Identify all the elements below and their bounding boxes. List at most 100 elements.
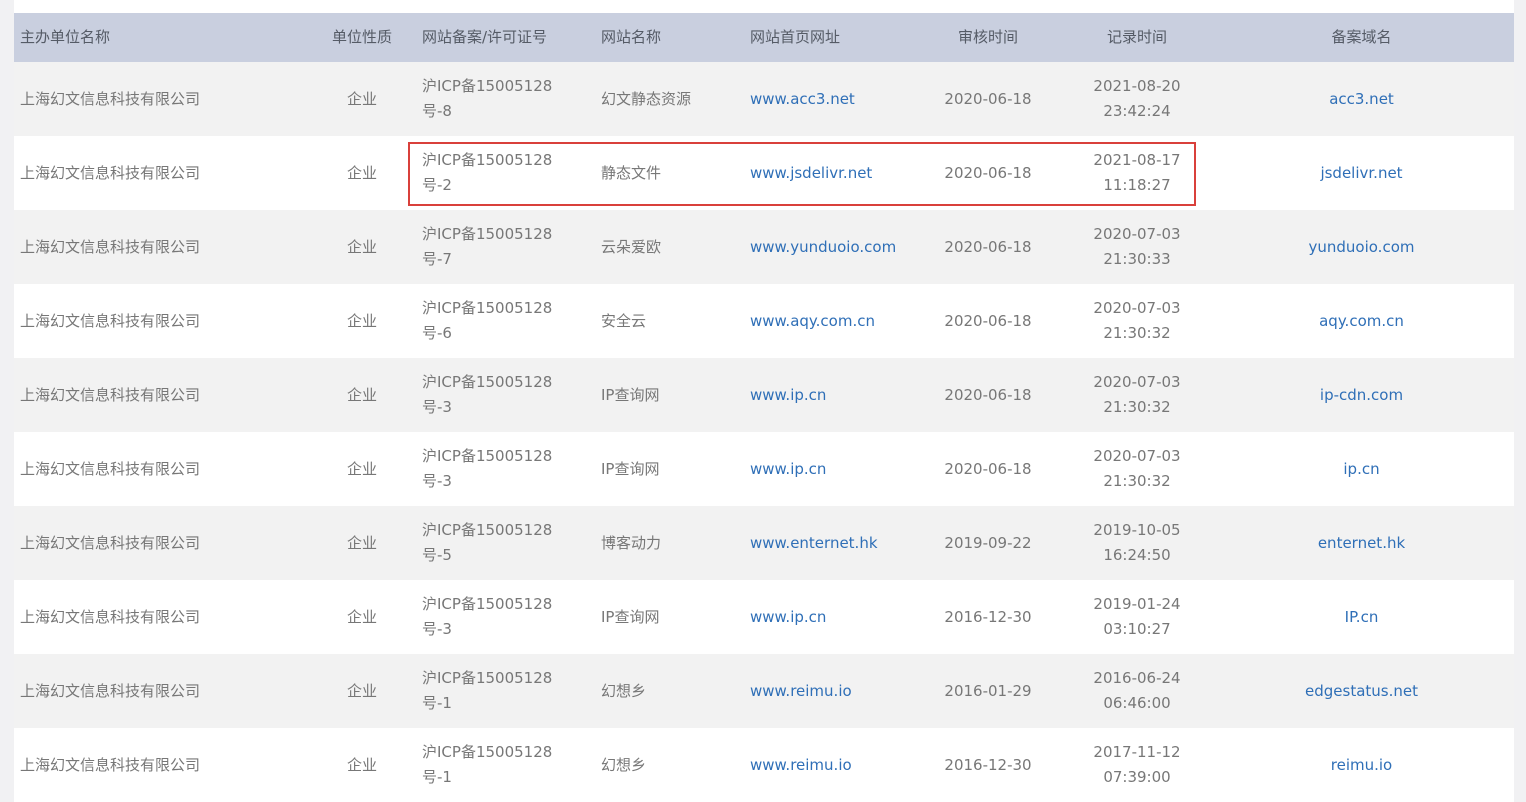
cell-review-date: 2020-06-18 (944, 459, 1032, 478)
cell-record-time: 2020-07-03 21:30:33 (1065, 222, 1209, 272)
cell-org-type: 企业 (346, 681, 377, 700)
cell-record-time: 2020-07-03 21:30:32 (1065, 444, 1209, 494)
record-date: 2021-08-20 (1093, 77, 1181, 95)
domain-link[interactable]: ip.cn (1343, 460, 1379, 478)
domain-link[interactable]: acc3.net (1329, 90, 1394, 108)
icp-line-2: 号-6 (422, 324, 452, 342)
record-clock: 21:30:33 (1103, 250, 1171, 268)
header-review-date: 审核时间 (957, 28, 1018, 46)
icp-line-2: 号-1 (422, 694, 452, 712)
homepage-link[interactable]: www.ip.cn (750, 460, 826, 478)
domain-link[interactable]: aqy.com.cn (1319, 312, 1404, 330)
cell-site-name: 博客动力 (601, 533, 662, 552)
cell-org-name: 上海幻文信息科技有限公司 (20, 459, 201, 478)
cell-org-type: 企业 (346, 237, 377, 256)
cell-site-name: 安全云 (601, 311, 647, 330)
cell-domain: edgestatus.net (1209, 679, 1514, 704)
header-org-name: 主办单位名称 (20, 28, 111, 46)
table-body: 上海幻文信息科技有限公司 企业 沪ICP备15005128 号-8 幻文静态资源 www.… (14, 62, 1514, 802)
homepage-link[interactable]: www.reimu.io (750, 756, 852, 774)
cell-homepage: www.yunduoio.com (739, 235, 911, 260)
table-row: 上海幻文信息科技有限公司 企业 沪ICP备15005128 号-6 安全云 www.aqy… (14, 284, 1514, 358)
table-top-strip (14, 0, 1514, 13)
icp-line-2: 号-5 (422, 546, 452, 564)
icp-line-1: 沪ICP备15005128 (422, 225, 553, 243)
header-homepage: 网站首页网址 (750, 28, 841, 46)
record-clock: 03:10:27 (1103, 620, 1171, 638)
cell-icp-number: 沪ICP备15005128 号-2 (410, 148, 589, 198)
record-date: 2017-11-12 (1093, 743, 1181, 761)
cell-icp-number: 沪ICP备15005128 号-1 (410, 740, 589, 790)
domain-link[interactable]: ip-cdn.com (1320, 386, 1403, 404)
domain-link[interactable]: enternet.hk (1318, 534, 1405, 552)
cell-org-type: 企业 (346, 755, 377, 774)
cell-record-time: 2021-08-17 11:18:27 (1065, 148, 1209, 198)
table-row: 上海幻文信息科技有限公司 企业 沪ICP备15005128 号-2 静态文件 www.js… (14, 136, 1514, 210)
cell-org-name: 上海幻文信息科技有限公司 (20, 311, 201, 330)
table-row: 上海幻文信息科技有限公司 企业 沪ICP备15005128 号-3 IP查询网 www.i… (14, 432, 1514, 506)
cell-domain: aqy.com.cn (1209, 309, 1514, 334)
cell-site-name: 云朵爱欧 (601, 237, 662, 256)
cell-icp-number: 沪ICP备15005128 号-8 (410, 74, 589, 124)
icp-record-table: 主办单位名称 单位性质 网站备案/许可证号 网站名称 网站首页网址 审核时间 记… (14, 0, 1514, 802)
cell-record-time: 2019-01-24 03:10:27 (1065, 592, 1209, 642)
cell-homepage: www.ip.cn (739, 383, 911, 408)
header-org-type: 单位性质 (331, 28, 392, 46)
homepage-link[interactable]: www.enternet.hk (750, 534, 878, 552)
cell-site-name: IP查询网 (601, 459, 660, 478)
record-date: 2019-01-24 (1093, 595, 1181, 613)
cell-review-date: 2020-06-18 (944, 237, 1032, 256)
table-row: 上海幻文信息科技有限公司 企业 沪ICP备15005128 号-3 IP查询网 www.i… (14, 580, 1514, 654)
homepage-link[interactable]: www.ip.cn (750, 386, 826, 404)
homepage-link[interactable]: www.jsdelivr.net (750, 164, 872, 182)
cell-org-name: 上海幻文信息科技有限公司 (20, 163, 201, 182)
cell-icp-number: 沪ICP备15005128 号-3 (410, 592, 589, 642)
cell-org-type: 企业 (346, 89, 377, 108)
cell-site-name: 幻文静态资源 (601, 89, 692, 108)
table-row: 上海幻文信息科技有限公司 企业 沪ICP备15005128 号-1 幻想乡 www.rei… (14, 654, 1514, 728)
record-date: 2020-07-03 (1093, 225, 1181, 243)
cell-site-name: IP查询网 (601, 385, 660, 404)
record-clock: 21:30:32 (1103, 398, 1171, 416)
table-row: 上海幻文信息科技有限公司 企业 沪ICP备15005128 号-3 IP查询网 www.i… (14, 358, 1514, 432)
cell-domain: enternet.hk (1209, 531, 1514, 556)
icp-line-1: 沪ICP备15005128 (422, 77, 553, 95)
record-date: 2021-08-17 (1093, 151, 1181, 169)
cell-review-date: 2020-06-18 (944, 311, 1032, 330)
record-clock: 07:39:00 (1103, 768, 1171, 786)
table-row: 上海幻文信息科技有限公司 企业 沪ICP备15005128 号-5 博客动力 www.en… (14, 506, 1514, 580)
homepage-link[interactable]: www.yunduoio.com (750, 238, 896, 256)
icp-line-2: 号-8 (422, 102, 452, 120)
homepage-link[interactable]: www.aqy.com.cn (750, 312, 875, 330)
record-clock: 16:24:50 (1103, 546, 1171, 564)
homepage-link[interactable]: www.ip.cn (750, 608, 826, 626)
domain-link[interactable]: jsdelivr.net (1320, 164, 1402, 182)
cell-review-date: 2016-12-30 (944, 607, 1032, 626)
cell-site-name: IP查询网 (601, 607, 660, 626)
domain-link[interactable]: reimu.io (1331, 756, 1392, 774)
icp-line-2: 号-3 (422, 398, 452, 416)
homepage-link[interactable]: www.acc3.net (750, 90, 855, 108)
cell-domain: ip.cn (1209, 457, 1514, 482)
cell-review-date: 2020-06-18 (944, 385, 1032, 404)
cell-site-name: 幻想乡 (601, 755, 647, 774)
icp-line-1: 沪ICP备15005128 (422, 669, 553, 687)
icp-line-2: 号-3 (422, 472, 452, 490)
icp-line-1: 沪ICP备15005128 (422, 447, 553, 465)
record-date: 2020-07-03 (1093, 373, 1181, 391)
record-clock: 11:18:27 (1103, 176, 1171, 194)
record-date: 2020-07-03 (1093, 299, 1181, 317)
domain-link[interactable]: edgestatus.net (1305, 682, 1418, 700)
header-record-time: 记录时间 (1106, 28, 1167, 46)
record-clock: 21:30:32 (1103, 472, 1171, 490)
record-clock: 21:30:32 (1103, 324, 1171, 342)
cell-domain: yunduoio.com (1209, 235, 1514, 260)
cell-domain: ip-cdn.com (1209, 383, 1514, 408)
homepage-link[interactable]: www.reimu.io (750, 682, 852, 700)
cell-site-name: 静态文件 (601, 163, 662, 182)
domain-link[interactable]: IP.cn (1345, 608, 1379, 626)
icp-line-1: 沪ICP备15005128 (422, 521, 553, 539)
domain-link[interactable]: yunduoio.com (1309, 238, 1415, 256)
cell-record-time: 2016-06-24 06:46:00 (1065, 666, 1209, 716)
cell-org-name: 上海幻文信息科技有限公司 (20, 533, 201, 552)
